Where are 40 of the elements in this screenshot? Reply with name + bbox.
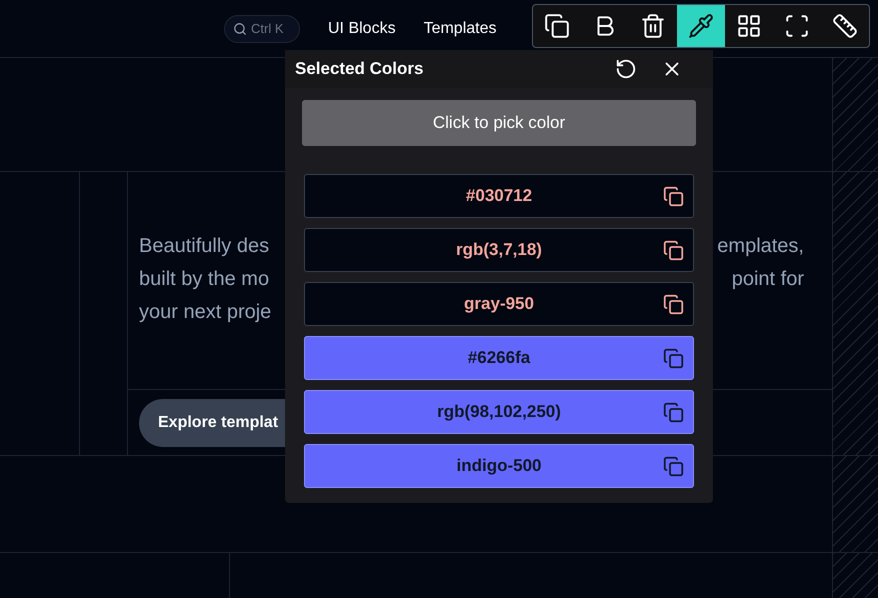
color-swatch[interactable]: #6266fa <box>304 336 694 380</box>
ruler-icon <box>832 13 858 39</box>
color-swatch[interactable]: #030712 <box>304 174 694 218</box>
hero-text: your next proje <box>139 300 272 325</box>
copy-icon[interactable] <box>663 186 684 206</box>
trash-icon <box>640 13 666 39</box>
reset-button[interactable] <box>615 58 637 80</box>
pick-color-button[interactable]: Click to pick color <box>302 100 696 146</box>
reset-icon <box>615 58 637 80</box>
copy-icon <box>544 13 570 39</box>
explore-button[interactable]: Explore templat <box>139 398 285 446</box>
color-value: #030712 <box>466 185 532 208</box>
hero-text: built by the mo <box>139 267 270 292</box>
color-value: #6266fa <box>468 347 530 370</box>
pipette-icon <box>688 13 714 39</box>
color-value: gray-950 <box>464 293 534 316</box>
hero-text: emplates, <box>717 234 804 259</box>
panel-title: Selected Colors <box>295 58 424 80</box>
copy-icon[interactable] <box>663 348 684 368</box>
color-value: rgb(3,7,18) <box>456 239 542 262</box>
color-swatch[interactable]: gray-950 <box>304 282 694 326</box>
copy-icon[interactable] <box>663 402 684 422</box>
hero-text: Beautifully des <box>139 234 270 259</box>
color-swatch[interactable]: rgb(98,102,250) <box>304 390 694 434</box>
copy-icon[interactable] <box>663 456 684 476</box>
color-value: indigo-500 <box>456 455 542 478</box>
tool-button[interactable] <box>677 5 725 47</box>
color-swatch[interactable]: rgb(3,7,18) <box>304 228 694 272</box>
color-value: rgb(98,102,250) <box>437 401 561 424</box>
color-swatch[interactable]: indigo-500 <box>304 444 694 488</box>
search-field[interactable]: Ctrl K <box>224 14 300 42</box>
search-icon <box>233 22 247 36</box>
hero-text: point for <box>732 267 804 292</box>
search-input[interactable]: Ctrl K <box>251 18 291 38</box>
copy-icon[interactable] <box>663 240 684 260</box>
copy-icon[interactable] <box>663 294 684 314</box>
nav-link[interactable]: Templates <box>424 16 496 40</box>
nav-link[interactable]: UI Blocks <box>328 16 396 40</box>
frame-icon <box>784 13 810 39</box>
grid-icon <box>736 13 762 39</box>
